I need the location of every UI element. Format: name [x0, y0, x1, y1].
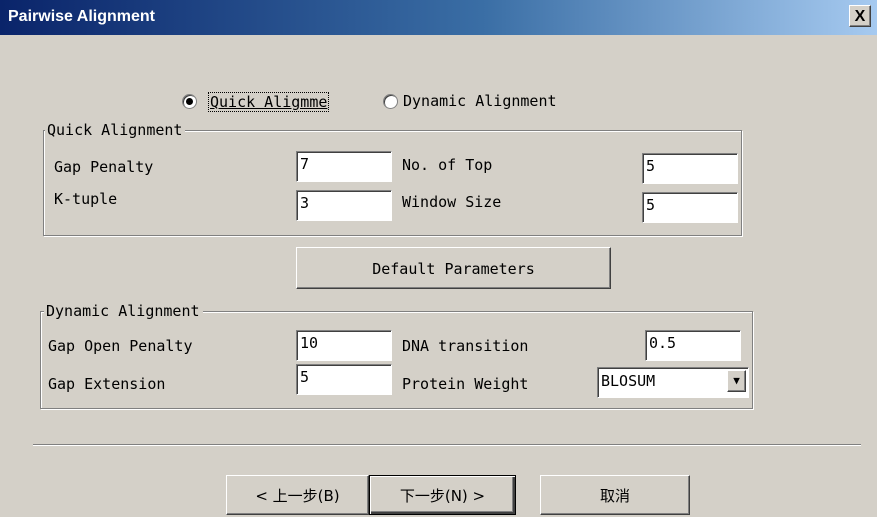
radio-selected-icon [186, 98, 193, 105]
protein-weight-select[interactable]: BLOSUM ▼ [597, 367, 749, 398]
gap-open-penalty-field[interactable]: 10 [296, 330, 392, 361]
dna-transition-field[interactable]: 0.5 [645, 330, 741, 361]
dna-transition-label: DNA transition [402, 337, 529, 355]
next-button[interactable]: 下一步(N) > [369, 475, 516, 515]
quick-alignment-legend: Quick Alignment [45, 121, 186, 139]
back-button[interactable]: < 上一步(B) [226, 475, 369, 515]
chevron-down-icon[interactable]: ▼ [727, 370, 746, 392]
window-size-field[interactable]: 5 [642, 192, 738, 223]
gap-extension-label: Gap Extension [48, 375, 166, 393]
no-of-top-field[interactable]: 5 [642, 153, 738, 184]
window-title: Pairwise Alignment [8, 8, 155, 25]
no-of-top-label: No. of Top [402, 156, 493, 174]
footer-separator [33, 444, 861, 446]
close-button[interactable]: X [849, 5, 871, 27]
gap-penalty-label: Gap Penalty [54, 158, 154, 176]
dynamic-alignment-radio-label[interactable]: Dynamic Alignment [403, 92, 557, 110]
default-parameters-button[interactable]: Default Parameters [296, 247, 611, 289]
quick-alignment-group [43, 130, 742, 236]
window-size-label: Window Size [402, 193, 502, 211]
close-icon: X [854, 8, 866, 25]
dynamic-alignment-radio[interactable] [383, 94, 398, 109]
quick-alignment-radio-label[interactable]: Quick Aligmme [208, 92, 330, 112]
ktuple-label: K-tuple [54, 190, 118, 208]
gap-open-penalty-label: Gap Open Penalty [48, 337, 193, 355]
title-bar: Pairwise Alignment X [0, 0, 877, 35]
cancel-button[interactable]: 取消 [540, 475, 690, 515]
protein-weight-value: BLOSUM [601, 372, 656, 390]
gap-extension-field[interactable]: 5 [296, 364, 392, 395]
protein-weight-label: Protein Weight [402, 375, 529, 393]
gap-penalty-field[interactable]: 7 [296, 151, 392, 182]
ktuple-field[interactable]: 3 [296, 190, 392, 221]
dynamic-alignment-legend: Dynamic Alignment [44, 302, 203, 320]
quick-alignment-radio[interactable] [182, 94, 197, 109]
